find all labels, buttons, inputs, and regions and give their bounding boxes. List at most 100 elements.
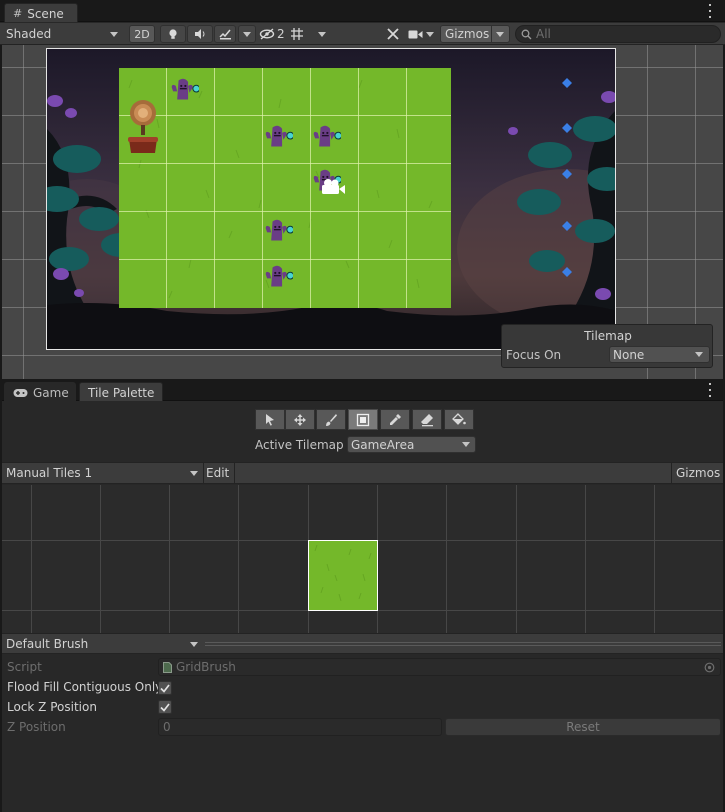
tilemap-overlay-panel: Tilemap Focus On None bbox=[501, 324, 713, 368]
paint-tool-button[interactable] bbox=[316, 409, 346, 430]
checkmark-icon bbox=[160, 683, 170, 693]
chevron-down-icon bbox=[462, 442, 470, 447]
chevron-down-icon bbox=[426, 31, 434, 37]
palette-gizmos-toggle[interactable]: Gizmos bbox=[676, 466, 720, 480]
palette-grid-area[interactable] bbox=[2, 485, 723, 633]
focus-on-label: Focus On bbox=[506, 348, 562, 362]
brush-dropdown[interactable]: Default Brush bbox=[6, 637, 202, 651]
script-field[interactable]: GridBrush bbox=[158, 658, 721, 676]
active-tilemap-label: Active Tilemap bbox=[255, 438, 344, 452]
eye-slash-icon bbox=[259, 28, 275, 40]
fill-tool-button[interactable] bbox=[444, 409, 474, 430]
cactus-zombie-sprite bbox=[265, 125, 293, 147]
palette-toolbar: Manual Tiles 1 Edit Gizmos bbox=[0, 462, 725, 484]
toggle-2d-label: 2D bbox=[134, 27, 150, 41]
toggle-2d-button[interactable]: 2D bbox=[129, 25, 155, 43]
draw-mode-value: Shaded bbox=[6, 27, 52, 41]
lighting-toggle-button[interactable] bbox=[160, 25, 186, 43]
select-icon bbox=[266, 414, 274, 426]
z-position-value: 0 bbox=[163, 720, 171, 734]
object-picker-icon[interactable] bbox=[704, 662, 715, 673]
script-file-icon bbox=[163, 661, 172, 673]
chevron-down-icon bbox=[695, 352, 703, 357]
brush-name: Default Brush bbox=[6, 637, 89, 651]
select-tool-button[interactable] bbox=[255, 409, 285, 430]
chevron-down-icon bbox=[190, 471, 198, 476]
gizmos-dropdown[interactable]: Gizmos bbox=[440, 25, 510, 43]
tab-game-label: Game bbox=[33, 385, 69, 400]
scene-camera-gizmo-icon[interactable] bbox=[319, 177, 347, 197]
unity-editor-window: # Scene Shaded 2D 2 Gizmos All Tilemap F… bbox=[0, 0, 725, 812]
tab-scene-label: Scene bbox=[27, 6, 64, 21]
tab-game[interactable]: Game bbox=[4, 382, 76, 401]
game-camera-frame bbox=[46, 48, 616, 350]
tab-scene[interactable]: # Scene bbox=[4, 3, 78, 22]
grid-icon: # bbox=[13, 7, 23, 20]
script-label: Script bbox=[7, 660, 42, 674]
effects-icon bbox=[218, 29, 231, 40]
z-position-label: Z Position bbox=[7, 720, 66, 734]
palette-name: Manual Tiles 1 bbox=[6, 466, 93, 480]
grid-snap-toggle[interactable] bbox=[290, 25, 308, 43]
brush-toolbar: Default Brush bbox=[0, 633, 725, 654]
edit-palette-button[interactable]: Edit bbox=[206, 466, 229, 480]
scene-toolbar: Shaded 2D 2 Gizmos All bbox=[0, 23, 725, 45]
tools-toggle[interactable] bbox=[383, 25, 403, 43]
effects-dropdown[interactable] bbox=[238, 25, 256, 43]
active-tilemap-value: GameArea bbox=[351, 437, 415, 452]
cactus-zombie-sprite bbox=[265, 219, 293, 241]
move-icon bbox=[294, 413, 306, 426]
reset-button[interactable]: Reset bbox=[445, 718, 721, 736]
move-tool-button[interactable] bbox=[285, 409, 315, 430]
picker-icon bbox=[390, 413, 401, 425]
speaker-icon bbox=[194, 29, 204, 39]
box-fill-tool-button[interactable] bbox=[348, 409, 378, 430]
search-icon bbox=[521, 29, 532, 39]
effects-toggle-button[interactable] bbox=[214, 25, 236, 43]
chevron-down-icon bbox=[318, 31, 326, 37]
focus-on-dropdown[interactable]: None bbox=[609, 346, 710, 363]
tilemap-overlay-title: Tilemap bbox=[584, 329, 632, 343]
palette-dropdown[interactable]: Manual Tiles 1 bbox=[6, 466, 202, 482]
tools-icon bbox=[387, 28, 399, 40]
eraser-tool-button[interactable] bbox=[412, 409, 442, 430]
gamepad-icon bbox=[13, 388, 28, 397]
flood-fill-label: Flood Fill Contiguous Only bbox=[7, 680, 163, 694]
reset-label: Reset bbox=[566, 720, 600, 734]
bottom-tab-bar: Game Tile Palette bbox=[0, 379, 725, 401]
brush-splitter[interactable] bbox=[205, 642, 721, 646]
hidden-count: 2 bbox=[277, 27, 285, 41]
z-position-field[interactable]: 0 bbox=[158, 718, 442, 736]
tab-tile-palette-label: Tile Palette bbox=[88, 385, 155, 400]
picker-tool-button[interactable] bbox=[380, 409, 410, 430]
lightbulb-icon bbox=[169, 29, 177, 39]
chevron-down-icon bbox=[190, 642, 198, 647]
scene-more-menu-icon[interactable] bbox=[708, 4, 712, 18]
bottom-more-menu-icon[interactable] bbox=[708, 383, 712, 397]
search-placeholder: All bbox=[536, 27, 551, 41]
lock-z-label: Lock Z Position bbox=[7, 700, 97, 714]
chevron-down-icon bbox=[496, 32, 504, 37]
grid-dropdown[interactable] bbox=[314, 25, 330, 43]
lock-z-checkbox[interactable] bbox=[158, 700, 172, 714]
sunflower-plant-sprite bbox=[128, 100, 158, 153]
box-fill-icon bbox=[356, 413, 370, 426]
grid-snap-icon bbox=[291, 28, 303, 40]
audio-toggle-button[interactable] bbox=[187, 25, 213, 43]
camera-settings-toggle[interactable] bbox=[408, 25, 440, 43]
scene-search-input[interactable]: All bbox=[515, 25, 721, 43]
hidden-objects-toggle[interactable]: 2 bbox=[259, 25, 285, 43]
chevron-down-icon bbox=[110, 32, 118, 37]
camera-icon bbox=[408, 30, 423, 38]
scene-tab-bar: # Scene bbox=[0, 0, 725, 22]
grass-tile-palette-cell[interactable] bbox=[308, 540, 378, 611]
draw-mode-dropdown[interactable]: Shaded bbox=[6, 25, 122, 43]
focus-on-value: None bbox=[613, 347, 645, 362]
flood-fill-checkbox[interactable] bbox=[158, 681, 172, 695]
tab-tile-palette[interactable]: Tile Palette bbox=[79, 382, 163, 401]
gizmos-label: Gizmos bbox=[445, 27, 490, 41]
active-tilemap-dropdown[interactable]: GameArea bbox=[347, 436, 476, 453]
cactus-zombie-sprite bbox=[313, 125, 341, 147]
eraser-icon bbox=[421, 413, 433, 426]
paint-icon bbox=[326, 413, 337, 426]
